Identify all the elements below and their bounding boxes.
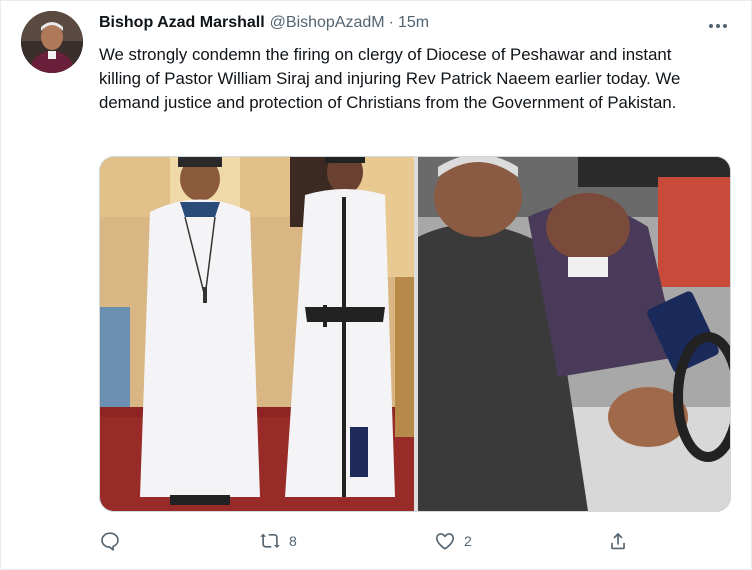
share-icon <box>611 532 625 550</box>
separator-dot: · <box>388 14 394 31</box>
photo-victim-image <box>418 157 730 511</box>
reply-button[interactable] <box>99 525 129 557</box>
tweet-timestamp[interactable]: 15m <box>398 14 429 32</box>
more-icon[interactable] <box>701 13 735 39</box>
tweet-actions: 8 2 <box>99 525 731 557</box>
share-button[interactable] <box>607 525 629 557</box>
more-dot <box>716 24 720 28</box>
tweet-media <box>99 156 731 512</box>
author-name[interactable]: Bishop Azad Marshall <box>99 14 265 32</box>
reply-icon <box>101 532 119 551</box>
tweet-text: We strongly condemn the firing on clergy… <box>99 45 681 112</box>
media-photo-victim[interactable] <box>418 157 730 511</box>
more-dot <box>709 24 713 28</box>
media-photo-clergy[interactable] <box>100 157 414 511</box>
tweet-card: Bishop Azad Marshall @BishopAzadM · 15m … <box>0 0 752 570</box>
more-dot <box>723 24 727 28</box>
like-button[interactable]: 2 <box>434 525 472 557</box>
retweet-button[interactable]: 8 <box>259 525 297 557</box>
retweet-icon <box>260 533 280 549</box>
author-handle[interactable]: @BishopAzadM <box>270 14 385 32</box>
retweet-count: 8 <box>289 533 297 549</box>
avatar[interactable] <box>21 11 83 73</box>
like-icon <box>435 533 455 550</box>
like-count: 2 <box>464 533 472 549</box>
photo-clergy-image <box>100 157 414 511</box>
avatar-image <box>21 11 83 73</box>
tweet-header: Bishop Azad Marshall @BishopAzadM · 15m <box>99 14 429 36</box>
